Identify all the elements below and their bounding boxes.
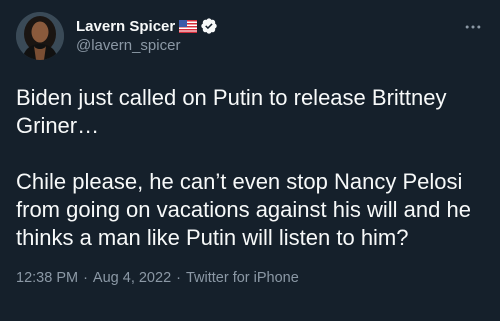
tweet-time[interactable]: 12:38 PM — [16, 270, 78, 286]
tweet-source[interactable]: Twitter for iPhone — [186, 270, 299, 286]
tweet-paragraph-1: Biden just called on Putin to release Br… — [16, 85, 447, 138]
tweet-text: Biden just called on Putin to release Br… — [16, 84, 484, 252]
tweet-date[interactable]: Aug 4, 2022 — [93, 270, 171, 286]
tweet-header: Lavern Spicer @lavern_spicer — [16, 12, 484, 60]
name-row: Lavern Spicer — [76, 16, 218, 36]
tweet-paragraph-2: Chile please, he can’t even stop Nancy P… — [16, 169, 471, 250]
meta-separator: · — [83, 270, 88, 286]
more-options-button[interactable] — [462, 16, 484, 38]
meta-separator: · — [176, 270, 181, 286]
display-name[interactable]: Lavern Spicer — [76, 18, 175, 35]
tweet-card: Lavern Spicer @lavern_spicer Biden just … — [0, 0, 500, 321]
author-names: Lavern Spicer @lavern_spicer — [76, 16, 218, 54]
avatar[interactable] — [16, 12, 64, 60]
more-horizontal-icon — [465, 25, 481, 29]
avatar-image — [16, 12, 64, 60]
us-flag-icon — [179, 19, 198, 33]
author-handle[interactable]: @lavern_spicer — [76, 37, 218, 54]
tweet-meta: 12:38 PM · Aug 4, 2022 · Twitter for iPh… — [16, 270, 484, 286]
verified-badge-icon — [200, 17, 218, 35]
